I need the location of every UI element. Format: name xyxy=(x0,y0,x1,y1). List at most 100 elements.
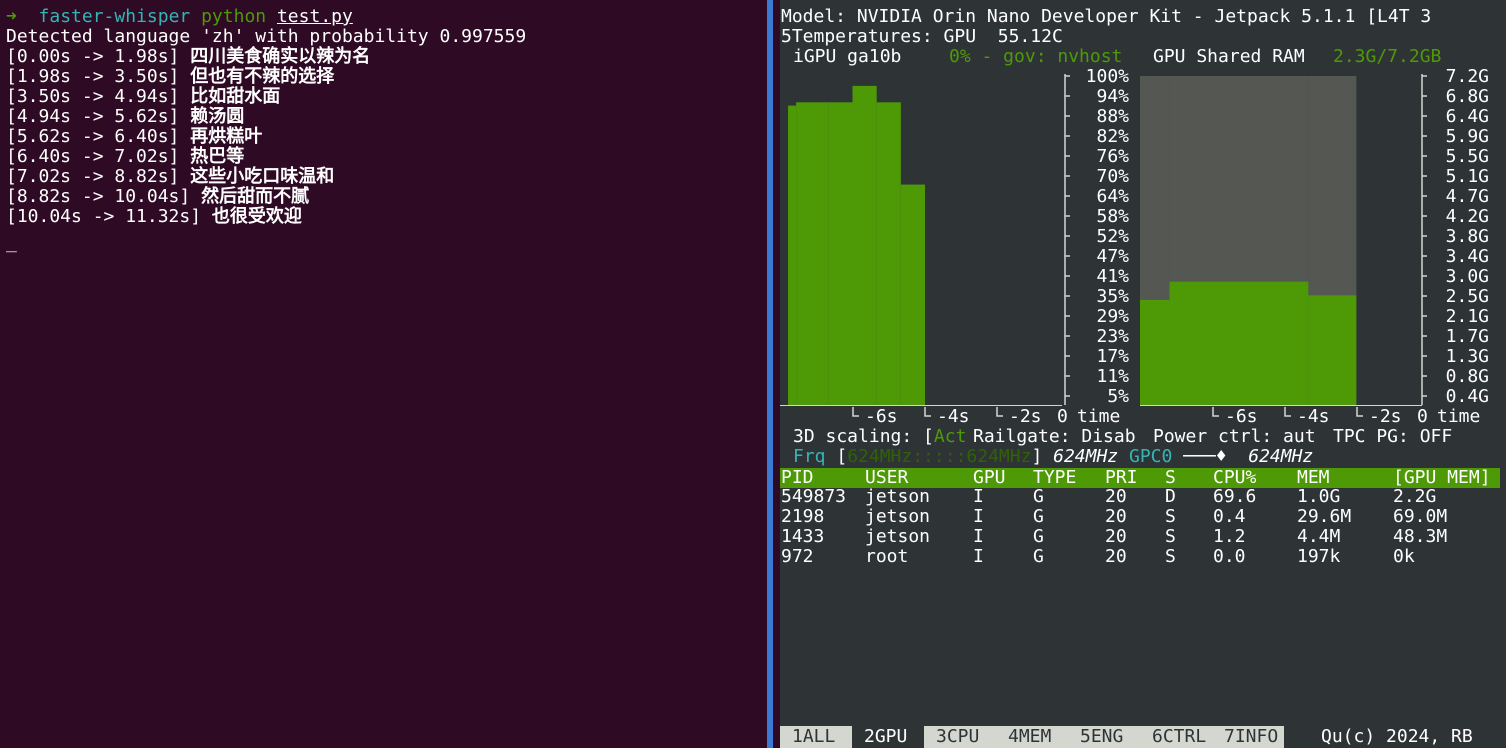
table-cell: I xyxy=(973,526,984,547)
table-row[interactable]: 2198 jetson I G 20 S 0.4 29.6M 69.0M xyxy=(780,507,1500,527)
pane-divider-bar xyxy=(767,0,773,748)
chart-y-tick-label: 23% xyxy=(1096,326,1129,347)
transcript-text: 热巴等 xyxy=(190,146,245,167)
chart-bar xyxy=(852,85,877,406)
chart-y-tick-label: 3.4G xyxy=(1446,246,1489,267)
column-header[interactable]: PID xyxy=(781,468,814,488)
shared-ram-value: 2.3G/7.2GB xyxy=(1333,46,1442,67)
column-header[interactable]: CPU% xyxy=(1213,468,1256,488)
table-cell: 48.3M xyxy=(1393,526,1448,547)
transcript-text: 但也有不辣的选择 xyxy=(190,66,335,87)
chart-y-tick-label: 17% xyxy=(1096,346,1129,367)
table-cell: jetson xyxy=(865,526,931,547)
quit-copyright: Qu(c) 2024, RB xyxy=(1321,726,1473,747)
column-header[interactable]: GPU xyxy=(973,468,1006,488)
table-cell: 2.2G xyxy=(1393,486,1437,507)
chart-y-tick-label: 52% xyxy=(1096,226,1129,247)
frq-range: 624MHz:::::624MHz xyxy=(847,446,1032,467)
chart-y-tick-label: 6.8G xyxy=(1446,86,1489,107)
table-cell: 69.0M xyxy=(1393,506,1448,527)
jtop-panel[interactable]: Model: NVIDIA Orin Nano Developer Kit - … xyxy=(780,0,1506,748)
chart-bar xyxy=(876,102,901,405)
chart-y-tick-label: 58% xyxy=(1096,206,1129,227)
pane-divider[interactable] xyxy=(764,0,780,748)
column-header[interactable]: [GPU MEM] xyxy=(1393,468,1491,488)
tab-number: 4 xyxy=(1008,726,1019,747)
chart-y-tick-label: 5.5G xyxy=(1446,146,1489,167)
temperatures-label: 5Temperatures: GPU xyxy=(781,26,977,47)
transcript-line: [5.62s -> 6.40s] 再烘糕叶 xyxy=(6,127,262,147)
table-cell: S xyxy=(1165,546,1176,567)
transcript-text: 赖汤圆 xyxy=(190,106,245,127)
table-cell: 20 xyxy=(1105,506,1127,527)
chart-x-tick-label: -2s xyxy=(1369,406,1402,427)
tab-ctrl[interactable]: 6CTRL xyxy=(1140,726,1212,748)
chart-bar xyxy=(1169,281,1309,405)
transcript-line: [6.40s -> 7.02s] 热巴等 xyxy=(6,147,244,167)
tab-gpu[interactable]: 2GPU xyxy=(852,726,924,748)
tab-cpu[interactable]: 3CPU xyxy=(924,726,996,748)
chart-x-tick xyxy=(924,407,931,417)
column-header[interactable]: TYPE xyxy=(1033,468,1076,488)
chart-x-tick-label: -4s xyxy=(937,406,970,427)
table-cell: jetson xyxy=(865,486,931,507)
table-row[interactable]: 549873 jetson I G 20 D 69.6 1.0G 2.2G xyxy=(780,487,1500,507)
table-cell: 1.2 xyxy=(1213,526,1246,547)
transcript-text: 再烘糕叶 xyxy=(190,126,263,147)
process-table-header: PID USER GPU TYPE PRI S CPU% MEM [GPU MEM] xyxy=(780,468,1500,488)
tab-all[interactable]: 1ALL xyxy=(780,726,852,748)
column-header[interactable]: PRI xyxy=(1105,468,1138,488)
chart-y-tick-label: 41% xyxy=(1096,266,1129,287)
column-header[interactable]: MEM xyxy=(1297,468,1330,488)
table-row[interactable]: 1433 jetson I G 20 S 1.2 4.4M 48.3M xyxy=(780,527,1500,547)
temperatures-line: 5Temperatures: GPU 55.12C xyxy=(781,27,1063,47)
chart-x-tick-label: -2s xyxy=(1009,406,1042,427)
table-cell: G xyxy=(1033,506,1044,527)
transcript-line: [3.50s -> 4.94s] 比如甜水面 xyxy=(6,87,280,107)
tab-eng[interactable]: 5ENG xyxy=(1068,726,1140,748)
chart-y-tick-label: 4.2G xyxy=(1446,206,1489,227)
table-cell: 1433 xyxy=(781,526,825,547)
transcript-timestamp: [5.62s -> 6.40s] xyxy=(6,126,180,147)
table-cell: 549873 xyxy=(781,486,847,507)
left-terminal[interactable]: ➜ faster-whisper python test.py Detected… xyxy=(0,0,764,748)
table-cell: 20 xyxy=(1105,546,1127,567)
chart-bar xyxy=(788,105,797,406)
transcript-line: [1.98s -> 3.50s] 但也有不辣的选择 xyxy=(6,67,334,87)
prompt-command: python xyxy=(201,6,267,27)
table-cell: 0k xyxy=(1393,546,1415,567)
table-cell: 29.6M xyxy=(1297,506,1352,527)
transcript-timestamp: [1.98s -> 3.50s] xyxy=(6,66,180,87)
chart-x-tick xyxy=(996,407,1003,417)
chart-x-tick xyxy=(1212,407,1219,417)
tab-mem[interactable]: 4MEM xyxy=(996,726,1068,748)
power-ctrl-status: Power ctrl: aut xyxy=(1153,426,1316,447)
3d-scaling-value[interactable]: Act xyxy=(934,426,967,447)
tab-info[interactable]: 7INFO xyxy=(1212,726,1284,748)
column-header[interactable]: S xyxy=(1165,468,1176,488)
chart-y-tick-label: 100% xyxy=(1086,66,1130,87)
gpc-label: GPC0 xyxy=(1129,446,1173,467)
transcript-timestamp: [8.82s -> 10.04s] xyxy=(6,186,191,207)
chart-y-tick-label: 94% xyxy=(1096,86,1129,107)
chart-y-tick-label: 47% xyxy=(1096,246,1129,267)
transcript-timestamp: [6.40s -> 7.02s] xyxy=(6,146,180,167)
prompt-directory: faster-whisper xyxy=(38,6,191,27)
table-cell: 69.6 xyxy=(1213,486,1257,507)
table-row[interactable]: 972 root I G 20 S 0.0 197k 0k xyxy=(780,547,1500,567)
frequency-line: Frq [624MHz:::::624MHz] 624MHz GPC0 ───♦… xyxy=(793,447,1313,467)
frq-label: Frq xyxy=(793,446,826,467)
chart-x-tick-label: -6s xyxy=(1225,406,1258,427)
chart-y-tick-label: 2.5G xyxy=(1446,286,1489,307)
chart-y-tick-label: 5.1G xyxy=(1446,166,1489,187)
terminal-cursor: _ xyxy=(6,232,17,253)
table-cell: I xyxy=(973,506,984,527)
tab-number: 2 xyxy=(864,726,875,747)
detected-language-line: Detected language 'zh' with probability … xyxy=(6,26,527,47)
transcript-text: 也很受欢迎 xyxy=(211,206,302,227)
table-cell: 4.4M xyxy=(1297,526,1341,547)
gpc-frequency: 624MHz xyxy=(1248,446,1314,467)
table-cell: jetson xyxy=(865,506,931,527)
chart-x-tick-label: 0 xyxy=(1057,406,1068,427)
column-header[interactable]: USER xyxy=(865,468,908,488)
